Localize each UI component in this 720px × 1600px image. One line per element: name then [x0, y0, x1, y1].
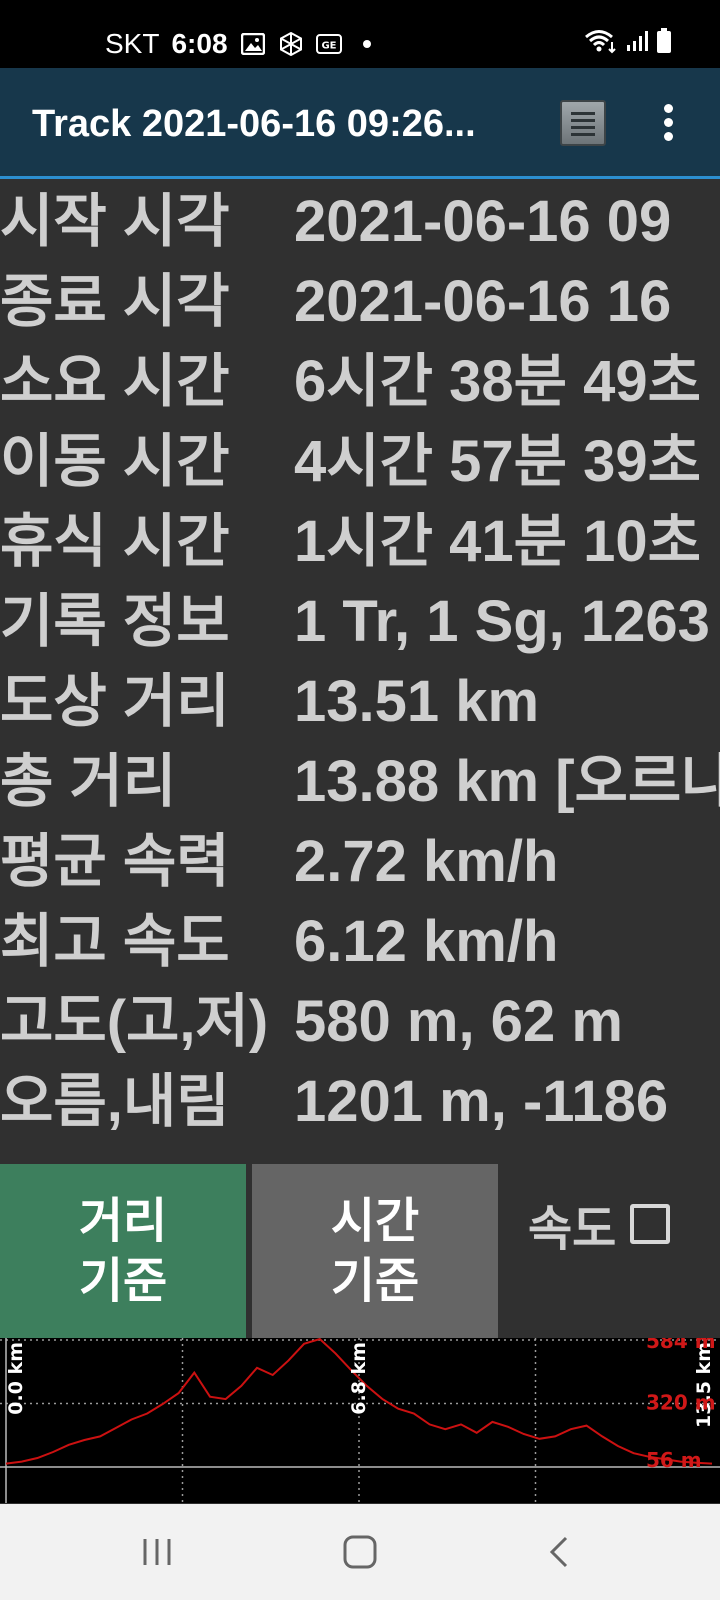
stat-label: 도상 거리: [0, 669, 230, 734]
stat-row-total-distance: 총 거리 13.88 km [오르나: [0, 742, 720, 822]
elevation-chart[interactable]: 0.0 km 6.8 km 13.5 km 584 m 320 m 56 m: [0, 1338, 720, 1503]
stat-row-average-speed: 평균 속력 2.72 km/h: [0, 822, 720, 902]
system-nav-bar: [0, 1504, 720, 1600]
time-basis-line1: 시간: [330, 1193, 420, 1249]
stat-label: 이동 시간: [0, 429, 230, 494]
dot-icon: [354, 31, 380, 57]
track-stats-list: 시작 시각 2021-06-16 09 종료 시각 2021-06-16 16 소요…: [0, 182, 720, 1162]
stat-value: 2021-06-16 16: [294, 269, 672, 334]
stat-row-total-duration: 소요 시간 6시간 38분 49초: [0, 342, 720, 422]
ge-badge-icon: GE: [315, 31, 342, 57]
stat-value: 4시간 57분 39초: [294, 429, 701, 494]
app-toolbar: Track 2021-06-16 09:26...: [0, 68, 720, 179]
back-icon[interactable]: [530, 1526, 590, 1578]
stat-label: 오름,내림: [0, 1069, 230, 1134]
ge-badge-text: GE: [321, 41, 336, 52]
speed-toggle[interactable]: 속도: [528, 1194, 671, 1257]
stat-row-rest-time: 휴식 시간 1시간 41분 10초: [0, 502, 720, 582]
stat-label: 시작 시각: [0, 189, 230, 254]
stat-value: 6.12 km/h: [294, 909, 559, 974]
status-right: [584, 28, 672, 58]
stat-value: 13.51 km: [294, 669, 540, 734]
stat-label: 기록 정보: [0, 589, 230, 654]
stat-row-altitude: 고도(고,저) 580 m, 62 m: [0, 982, 720, 1062]
chart-x-tick-label: 6.8 km: [348, 1342, 370, 1415]
stat-value: 2.72 km/h: [294, 829, 559, 894]
stat-row-start-time: 시작 시각 2021-06-16 09: [0, 182, 720, 262]
stat-value: 1201 m, -1186: [294, 1069, 669, 1134]
signal-icon: [626, 30, 648, 56]
wifi-icon: [584, 28, 618, 58]
recents-icon[interactable]: [127, 1526, 187, 1578]
stat-label: 종료 시각: [0, 269, 230, 334]
more-vert-icon[interactable]: [660, 104, 676, 144]
stat-value: 1시간 41분 10초: [294, 509, 701, 574]
time-basis-line2: 기준: [330, 1253, 420, 1309]
stat-label: 총 거리: [0, 749, 177, 814]
distance-basis-button[interactable]: 거리 기준: [0, 1164, 246, 1338]
time-basis-button[interactable]: 시간 기준: [252, 1164, 498, 1338]
gallery-icon: [240, 31, 266, 57]
speed-label: 속도: [528, 1201, 617, 1257]
elevation-chart-svg: 0.0 km 6.8 km 13.5 km584 m 320 m 56 m: [0, 1338, 720, 1503]
status-bar: SKT 6:08 GE: [0, 0, 720, 68]
stat-value: 580 m, 62 m: [294, 989, 623, 1054]
stat-row-map-distance: 도상 거리 13.51 km: [0, 662, 720, 742]
stat-row-max-speed: 최고 속도 6.12 km/h: [0, 902, 720, 982]
track-title: Track 2021-06-16 09:26...: [32, 103, 476, 145]
stat-label: 평균 속력: [0, 829, 230, 894]
snowflake-icon: [278, 31, 304, 57]
chart-y-tick-label: 320 m: [646, 1391, 716, 1415]
distance-basis-line2: 기준: [78, 1253, 168, 1309]
stat-row-record-info: 기록 정보 1 Tr, 1 Sg, 1263: [0, 582, 720, 662]
stat-value: 6시간 38분 49초: [294, 349, 701, 414]
stat-label: 휴식 시간: [0, 509, 230, 574]
chart-x-tick-label: 0.0 km: [5, 1342, 27, 1415]
chart-x-tick-label: 13.5 km: [693, 1342, 715, 1428]
carrier-label: SKT: [105, 28, 160, 59]
list-view-icon[interactable]: [560, 100, 606, 146]
stat-value: 13.88 km [오르나: [294, 749, 720, 814]
stat-value: 2021-06-16 09: [294, 189, 672, 254]
chart-y-tick-label: 56 m: [646, 1448, 702, 1472]
stat-value: 1 Tr, 1 Sg, 1263: [294, 589, 710, 654]
battery-icon: [656, 28, 672, 58]
chart-y-tick-label: 584 m: [646, 1338, 716, 1353]
stat-row-end-time: 종료 시각 2021-06-16 16: [0, 262, 720, 342]
stat-row-ascent-descent: 오름,내림 1201 m, -1186: [0, 1062, 720, 1142]
stat-label: 소요 시간: [0, 349, 230, 414]
home-icon[interactable]: [330, 1526, 390, 1578]
stat-label: 최고 속도: [0, 909, 230, 974]
distance-basis-line1: 거리: [78, 1193, 168, 1249]
stat-row-moving-time: 이동 시간 4시간 57분 39초: [0, 422, 720, 502]
speed-checkbox[interactable]: [630, 1204, 671, 1244]
clock: 6:08: [171, 28, 228, 59]
stat-label: 고도(고,저): [0, 989, 269, 1054]
